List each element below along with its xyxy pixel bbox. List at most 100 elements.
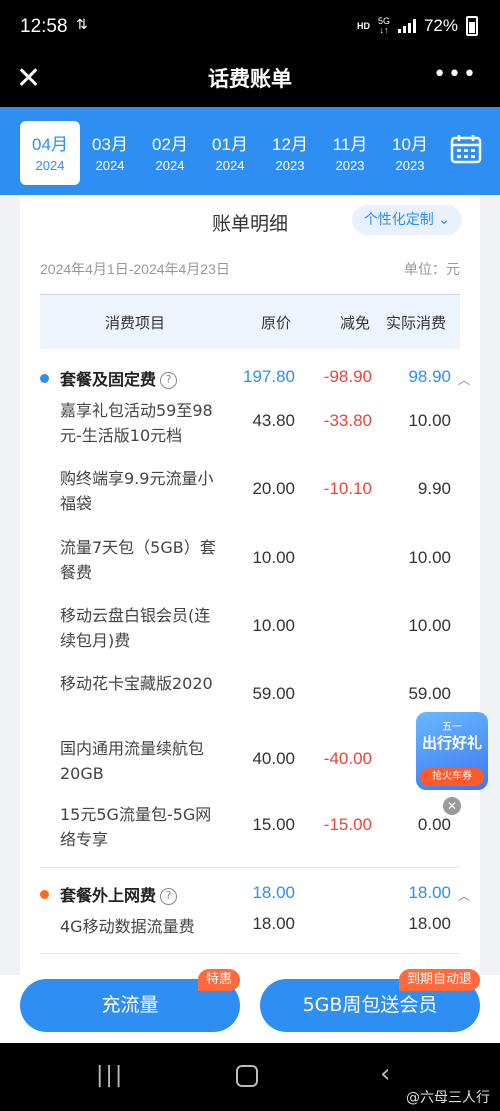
status-time: 12:58 <box>20 16 68 37</box>
item-name: 4G移动数据流量费 <box>60 917 195 936</box>
bill-item-row: 国内通用流量续航包20GB 40.00 -40.00 <box>40 736 460 804</box>
item-original: 40.00 <box>252 749 295 768</box>
promo-banner[interactable]: 五一 出行好礼 抢火车券 <box>416 712 488 790</box>
watermark: @六母三人行 <box>406 1090 490 1106</box>
chevron-up-icon[interactable]: ︿ <box>458 371 470 388</box>
item-actual: 10.00 <box>408 548 451 567</box>
group-name-text: 套餐外上网费 <box>60 886 157 905</box>
group-discount: -98.90 <box>323 367 372 386</box>
month-tab-3[interactable]: 01月 2024 <box>200 121 260 185</box>
month-label: 12月 <box>272 135 308 154</box>
group-row-extra-data[interactable]: 套餐外上网费? 18.00 18.00 ︿ <box>40 874 470 914</box>
table-header: 消费项目 原价 减免 实际消费 <box>40 294 460 349</box>
status-bar: 12:58 ⇅ HD 5G ↓↑ 72% <box>0 0 500 55</box>
action-bar: 充流量 特惠 5GB周包送会员 到期自动退 <box>0 969 500 1043</box>
battery-icon <box>466 16 478 36</box>
weekly-pack-label: 5GB周包送会员 <box>302 994 438 1016</box>
month-label: 04月 <box>32 135 68 154</box>
recent-apps-icon[interactable]: ||| <box>96 1063 124 1088</box>
calendar-icon[interactable] <box>450 134 482 164</box>
bill-item-row: 移动花卡宝藏版2020 59.00 59.00 <box>40 671 460 739</box>
system-nav-bar: ||| ‹ @六母三人行 <box>0 1043 500 1111</box>
item-name: 移动云盘白银会员(连续包月)费 <box>60 606 211 650</box>
help-icon[interactable]: ? <box>160 372 178 389</box>
customize-button[interactable]: 个性化定制 ⌄ <box>351 205 462 235</box>
currency-unit: 单位：元 <box>404 262 460 278</box>
auto-refund-tag: 到期自动退 <box>398 969 480 991</box>
item-actual: 10.00 <box>408 411 451 430</box>
promo-button[interactable]: 抢火车券 <box>420 768 484 786</box>
signal-icon <box>397 19 416 33</box>
group-actual: 98.90 <box>408 367 451 386</box>
promo-main-text: 出行好礼 <box>421 734 482 752</box>
more-icon[interactable]: ••• <box>433 62 478 87</box>
item-original: 15.00 <box>252 815 295 834</box>
chevron-up-icon[interactable]: ︿ <box>458 887 470 904</box>
year-label: 2024 <box>215 158 245 173</box>
close-icon[interactable]: ✕ <box>443 797 461 815</box>
home-icon[interactable] <box>236 1065 258 1087</box>
month-tab-4[interactable]: 12月 2023 <box>260 121 320 185</box>
group-original: 18.00 <box>252 883 295 902</box>
month-tab-0[interactable]: 04月 2024 <box>20 121 80 185</box>
group-row-fixed-fees[interactable]: 套餐及固定费? 197.80 -98.90 98.90 ︿ <box>40 358 470 398</box>
item-name: 国内通用流量续航包20GB <box>60 739 205 783</box>
item-original: 10.00 <box>252 616 295 635</box>
bill-period: 2024年4月1日-2024年4月23日 <box>40 261 230 277</box>
item-discount: -15.00 <box>323 815 372 834</box>
month-label: 03月 <box>92 135 128 154</box>
sync-icon: ⇅ <box>76 17 88 33</box>
month-label: 01月 <box>212 135 248 154</box>
item-name: 购终端享9.9元流量小福袋 <box>60 469 214 513</box>
item-actual: 9.90 <box>417 479 451 498</box>
item-name: 流量7天包（5GB）套餐费 <box>60 538 216 582</box>
recharge-data-button[interactable]: 充流量 特惠 <box>20 969 240 1032</box>
help-icon[interactable]: ? <box>160 888 178 905</box>
back-icon[interactable]: ‹ <box>380 1059 390 1089</box>
month-label: 02月 <box>152 135 188 154</box>
chevron-down-icon: ⌄ <box>438 212 450 228</box>
bill-detail-card: 账单明细 个性化定制 ⌄ 2024年4月1日-2024年4月23日 单位：元 消… <box>20 195 480 975</box>
app-header: ✕ 话费账单 ••• <box>0 55 500 107</box>
month-tab-2[interactable]: 02月 2024 <box>140 121 200 185</box>
hd-icon: HD <box>356 21 370 31</box>
item-discount: -40.00 <box>323 749 372 768</box>
customize-label: 个性化定制 <box>363 212 434 228</box>
year-label: 2023 <box>275 158 305 173</box>
recharge-label: 充流量 <box>101 994 159 1016</box>
battery-percent: 72% <box>423 16 458 35</box>
item-original: 59.00 <box>252 684 295 703</box>
item-name: 嘉享礼包活动59至98元-生活版10元档 <box>60 401 213 445</box>
col-item: 消费项目 <box>105 314 166 332</box>
group-original: 197.80 <box>243 367 295 386</box>
year-label: 2023 <box>335 158 365 173</box>
weekly-pack-button[interactable]: 5GB周包送会员 到期自动退 <box>260 969 480 1032</box>
bill-item-row: 流量7天包（5GB）套餐费 10.00 10.00 <box>40 535 460 603</box>
promo-top-text: 五一 <box>442 722 462 733</box>
group-actual: 18.00 <box>408 883 451 902</box>
group-dot <box>40 890 49 899</box>
bill-item-row: 移动云盘白银会员(连续包月)费 10.00 10.00 <box>40 603 460 671</box>
item-name: 15元5G流量包-5G网络专享 <box>60 805 212 849</box>
network-5g-icon: 5G ↓↑ <box>377 16 390 35</box>
divider <box>40 867 460 868</box>
group-dot <box>40 374 49 383</box>
year-label: 2023 <box>395 158 425 173</box>
item-actual: 18.00 <box>408 914 451 933</box>
year-label: 2024 <box>155 158 185 173</box>
item-discount: -10.10 <box>323 479 372 498</box>
divider <box>40 953 460 954</box>
bill-item-row: 购终端享9.9元流量小福袋 20.00 -10.10 9.90 <box>40 466 460 534</box>
promo-tag: 特惠 <box>197 969 240 991</box>
network-type: 5G <box>377 16 390 26</box>
month-label: 10月 <box>392 135 428 154</box>
month-label: 11月 <box>332 135 368 154</box>
bill-item-row: 4G移动数据流量费 18.00 18.00 <box>40 914 460 954</box>
month-tab-6[interactable]: 10月 2023 <box>380 121 440 185</box>
bill-item-row: 15元5G流量包-5G网络专享 15.00 -15.00 0.00 <box>40 802 460 870</box>
month-tab-5[interactable]: 11月 2023 <box>320 121 380 185</box>
item-original: 20.00 <box>252 479 295 498</box>
col-discount: 减免 <box>340 314 371 332</box>
month-tab-1[interactable]: 03月 2024 <box>80 121 140 185</box>
item-name: 移动花卡宝藏版2020 <box>60 674 213 693</box>
